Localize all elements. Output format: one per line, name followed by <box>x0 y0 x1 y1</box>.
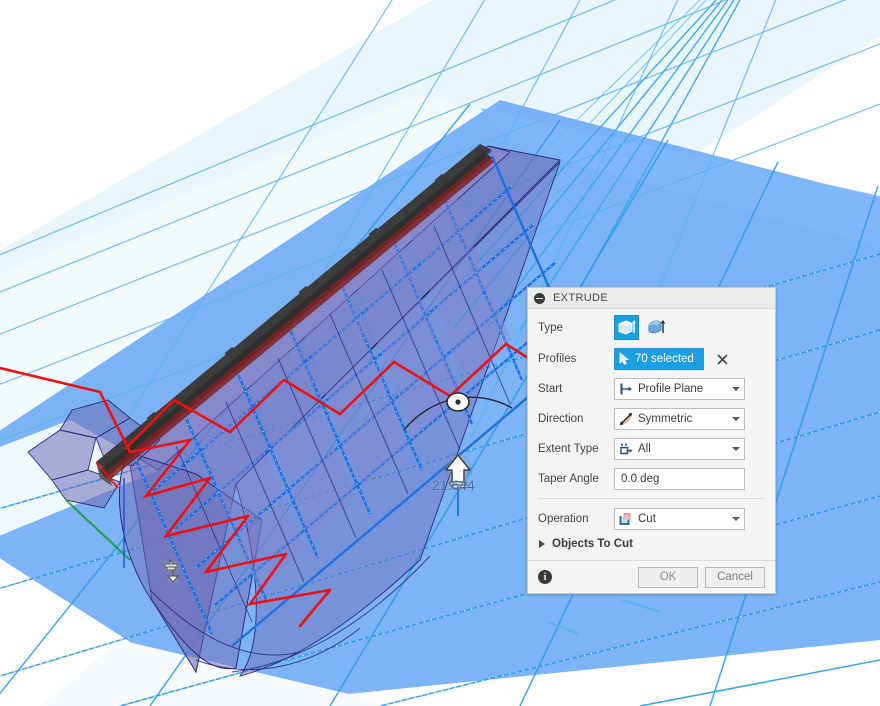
collapse-circle-icon[interactable] <box>534 292 545 304</box>
cut-operation-icon <box>619 513 631 525</box>
taper-angle-value: 0.0 deg <box>621 473 660 485</box>
chevron-down-icon[interactable] <box>728 417 744 421</box>
symmetric-arrows-icon <box>619 412 633 426</box>
label-operation: Operation <box>538 513 589 525</box>
extent-type-dropdown[interactable]: All <box>614 438 745 460</box>
dialog-header[interactable]: EXTRUDE <box>528 288 775 309</box>
label-direction: Direction <box>538 413 584 425</box>
taper-extrude-button[interactable] <box>644 315 669 340</box>
chevron-down-icon[interactable] <box>728 447 744 451</box>
label-type: Type <box>538 321 563 334</box>
direction-value: Symmetric <box>638 413 693 425</box>
profile-extrude-icon <box>618 320 636 335</box>
profile-extrude-button[interactable] <box>614 315 639 340</box>
profiles-selection-chip[interactable]: 70 selected <box>614 348 704 370</box>
dialog-title: EXTRUDE <box>553 292 609 304</box>
start-dropdown[interactable]: Profile Plane <box>614 378 745 400</box>
profile-plane-icon <box>620 383 632 395</box>
extrude-dialog[interactable]: EXTRUDE Type Profiles 70 selected Start … <box>527 287 776 594</box>
row-extent-type: Extent Type All <box>538 438 765 460</box>
extent-all-icon <box>620 443 633 455</box>
taper-angle-input[interactable]: 0.0 deg <box>614 468 745 490</box>
cancel-button[interactable]: Cancel <box>705 566 765 588</box>
cursor-arrow-icon <box>619 352 629 365</box>
label-taper-angle: Taper Angle <box>538 473 599 485</box>
label-start: Start <box>538 383 563 395</box>
info-icon[interactable]: i <box>538 570 552 584</box>
direction-dropdown[interactable]: Symmetric <box>614 408 745 430</box>
row-type: Type <box>538 315 765 340</box>
label-profiles: Profiles <box>538 353 577 365</box>
start-value: Profile Plane <box>638 383 704 395</box>
dialog-body: Type Profiles 70 selected Start Profile … <box>528 309 775 560</box>
clear-selection-icon[interactable] <box>715 352 729 366</box>
label-extent-type: Extent Type <box>538 443 599 455</box>
dialog-footer: i OK Cancel <box>528 560 775 593</box>
chevron-down-icon[interactable] <box>728 387 744 391</box>
extrude-distance-value[interactable]: 21.644 <box>432 477 475 493</box>
objects-to-cut-section[interactable]: Objects To Cut <box>539 538 765 550</box>
row-start: Start Profile Plane <box>538 378 765 400</box>
operation-dropdown[interactable]: Cut <box>614 508 745 530</box>
taper-extrude-icon <box>648 320 666 334</box>
row-direction: Direction Symmetric <box>538 408 765 430</box>
ok-button[interactable]: OK <box>638 566 698 588</box>
triangle-right-icon[interactable] <box>539 540 545 548</box>
section-divider <box>538 498 765 499</box>
extent-type-value: All <box>638 443 651 455</box>
row-taper-angle: Taper Angle 0.0 deg <box>538 468 765 490</box>
profiles-chip-label: 70 selected <box>635 353 694 365</box>
objects-to-cut-label: Objects To Cut <box>552 538 633 550</box>
row-operation: Operation Cut <box>538 508 765 530</box>
operation-value: Cut <box>638 513 656 525</box>
type-button-group <box>614 315 669 340</box>
row-profiles: Profiles 70 selected <box>538 348 765 370</box>
chevron-down-icon[interactable] <box>728 517 744 521</box>
